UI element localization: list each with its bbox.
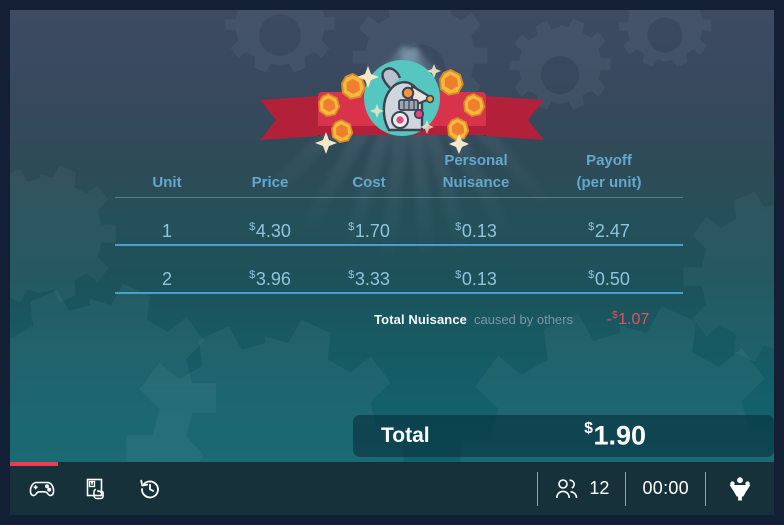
gamepad-icon[interactable] (24, 471, 60, 507)
cell-personal-nuisance-value: 0.13 (461, 221, 497, 242)
column-header-payoff-line1: Payoff (586, 152, 632, 170)
history-icon[interactable] (132, 471, 168, 507)
timer: 00:00 (642, 478, 689, 498)
cell-payoff: $2.47 (535, 221, 683, 242)
table-row: 2 $3.96 $3.33 $0.13 $0.50 (115, 246, 683, 294)
gamepad-icon (29, 481, 55, 496)
total-label: Total (381, 424, 430, 447)
cell-unit: 2 (161, 269, 172, 290)
cell-price-value: 4.30 (255, 221, 291, 242)
toolbar-divider (625, 471, 627, 506)
table-header-row: Unit Price Cost Personal Nuisance Payoff… (115, 150, 683, 198)
cell-price: $4.30 (219, 221, 321, 242)
background-gear-icon (10, 165, 116, 303)
column-header-personal-nuisance-line2: Nuisance (442, 173, 510, 191)
cell-payoff: $0.50 (535, 269, 683, 290)
game-stage: Unit Price Cost Personal Nuisance Payoff… (10, 10, 774, 462)
bottom-toolbar: 12 00:00 (10, 462, 774, 515)
cell-personal-nuisance: $0.13 (417, 269, 535, 290)
currency-symbol: $ (588, 221, 595, 234)
players-count: 12 (589, 478, 610, 498)
toolbar-divider (537, 471, 539, 506)
currency-symbol: $ (455, 269, 462, 282)
cell-personal-nuisance-value: 0.13 (461, 269, 497, 290)
total-amount: 1.90 (593, 420, 646, 451)
results-table: Unit Price Cost Personal Nuisance Payoff… (115, 150, 683, 294)
total-bar: Total $1.90 (353, 415, 774, 457)
background-gear-icon (10, 284, 216, 462)
currency-symbol: $ (584, 420, 593, 438)
toolbar-right-group: 12 00:00 (521, 462, 774, 515)
currency-symbol: $ (348, 269, 355, 282)
cell-payoff-value: 0.50 (594, 269, 630, 290)
currency-symbol: $ (612, 310, 618, 321)
people-icon (556, 478, 578, 498)
cell-cost: $3.33 (321, 269, 417, 290)
column-header-personal-nuisance: Personal Nuisance (417, 150, 535, 193)
currency-symbol: $ (249, 269, 256, 282)
instructions-icon (86, 478, 104, 499)
column-header-unit: Unit (152, 173, 182, 191)
column-header-personal-nuisance-line1: Personal (444, 152, 508, 170)
column-header-payoff-line2: (per unit) (576, 173, 642, 191)
toolbar-left-group (10, 471, 168, 507)
table-row: 1 $4.30 $1.70 $0.13 $2.47 (115, 198, 683, 246)
cell-payoff-value: 2.47 (594, 221, 630, 242)
active-tab-indicator (10, 462, 58, 466)
instructions-icon[interactable] (78, 471, 114, 507)
toolbar-divider (705, 471, 706, 506)
currency-symbol: $ (348, 221, 355, 234)
otree-logo-icon[interactable] (722, 471, 758, 507)
total-nuisance-row: Total Nuisance caused by others -$1.07 (115, 310, 683, 329)
results-banner (260, 60, 544, 154)
cell-personal-nuisance: $0.13 (417, 221, 535, 242)
cell-price: $3.96 (219, 269, 321, 290)
history-icon (140, 479, 159, 498)
cell-unit: 1 (161, 221, 172, 242)
currency-symbol: $ (588, 269, 595, 282)
column-header-cost: Cost (352, 173, 386, 191)
total-nuisance-value: -$1.07 (573, 310, 683, 329)
total-nuisance-sublabel: caused by others (473, 312, 573, 328)
app-window: Unit Price Cost Personal Nuisance Payoff… (0, 0, 784, 525)
currency-symbol: $ (455, 221, 462, 234)
total-nuisance-amount: 1.07 (618, 311, 650, 329)
cell-price-value: 3.96 (255, 269, 291, 290)
total-nuisance-label: Total Nuisance (374, 312, 467, 328)
cell-cost-value: 3.33 (354, 269, 390, 290)
cell-cost-value: 1.70 (354, 221, 390, 242)
background-gear-icon (618, 10, 712, 67)
cell-cost: $1.70 (321, 221, 417, 242)
currency-symbol: $ (249, 221, 256, 234)
otree-logo-icon (729, 476, 751, 500)
column-header-price: Price (251, 173, 289, 191)
players-status: 12 (554, 478, 609, 500)
total-value: $1.90 (584, 420, 646, 451)
column-header-payoff: Payoff (per unit) (535, 150, 683, 193)
